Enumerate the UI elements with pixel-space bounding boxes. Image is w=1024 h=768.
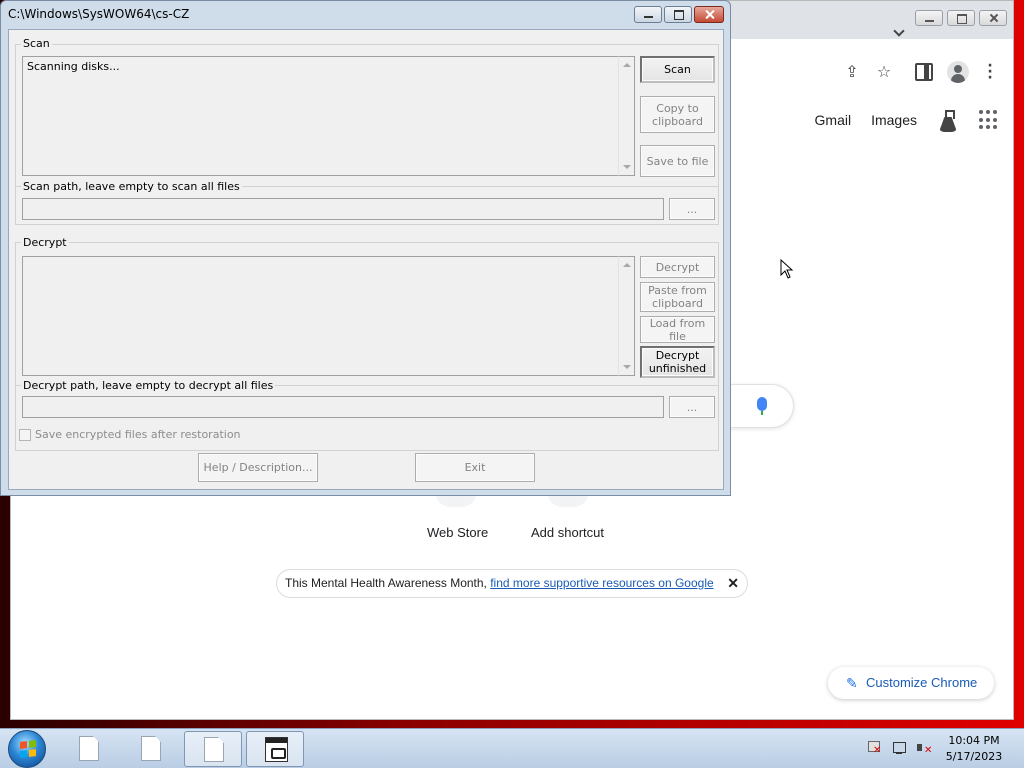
scan-output-scrollbar[interactable]	[618, 56, 635, 176]
decrypt-unfinished-button[interactable]: Decrypt unfinished	[640, 346, 715, 378]
notice-text: This Mental Health Awareness Month,	[285, 576, 491, 590]
dialog-maximize-button[interactable]	[664, 6, 692, 23]
paste-from-clipboard-button[interactable]: Paste from clipboard	[640, 282, 715, 312]
help-description-button[interactable]: Help / Description...	[198, 453, 318, 482]
dialog-client-area: Scan Scanning disks... Scan Copy to clip…	[8, 29, 724, 490]
menu-icon[interactable]: · · ·	[981, 59, 999, 85]
scan-output-text: Scanning disks...	[27, 60, 120, 73]
scan-path-label: Scan path, leave empty to scan all files	[21, 180, 242, 193]
customize-chrome-label: Customize Chrome	[866, 675, 978, 690]
images-link[interactable]: Images	[871, 112, 917, 128]
chrome-maximize-button[interactable]	[947, 10, 975, 26]
document-icon	[141, 736, 161, 761]
mic-icon[interactable]	[757, 397, 767, 415]
web-store-shortcut-label[interactable]: Web Store	[427, 525, 488, 540]
taskbar-item-decryptor[interactable]	[246, 731, 304, 767]
scroll-up-arrow-icon[interactable]	[623, 63, 631, 67]
save-encrypted-checkbox-label[interactable]: Save encrypted files after restoration	[35, 428, 241, 441]
document-icon	[204, 737, 224, 762]
chrome-window-controls	[915, 10, 1007, 26]
dialog-title: C:\Windows\SysWOW64\cs-CZ	[8, 7, 190, 21]
gmail-link[interactable]: Gmail	[815, 112, 852, 128]
start-button[interactable]	[8, 730, 46, 768]
labs-icon[interactable]	[937, 109, 959, 131]
scroll-up-arrow-icon[interactable]	[623, 263, 631, 267]
decrypt-path-input[interactable]	[22, 396, 664, 418]
scan-path-input[interactable]	[22, 198, 664, 220]
add-shortcut-label[interactable]: Add shortcut	[531, 525, 604, 540]
promo-notice: This Mental Health Awareness Month, find…	[276, 569, 748, 598]
taskbar: 10:04 PM 5/17/2023	[0, 728, 1024, 768]
star-icon[interactable]: ☆	[875, 63, 893, 81]
decrypt-output-textarea[interactable]	[22, 256, 619, 376]
decrypt-output-scrollbar[interactable]	[618, 256, 635, 376]
scroll-down-arrow-icon[interactable]	[623, 365, 631, 369]
load-from-file-button[interactable]: Load from file	[640, 316, 715, 343]
dialog-window-controls	[634, 6, 724, 23]
taskbar-item-document-1[interactable]	[60, 731, 118, 767]
action-center-flag-icon[interactable]	[866, 740, 882, 756]
scan-button[interactable]: Scan	[640, 56, 715, 83]
application-window-icon	[265, 737, 288, 762]
chrome-minimize-button[interactable]	[915, 10, 943, 26]
customize-chrome-button[interactable]: ✎ Customize Chrome	[828, 667, 994, 699]
copy-to-clipboard-button[interactable]: Copy to clipboard	[640, 96, 715, 133]
scan-output-textarea[interactable]: Scanning disks...	[22, 56, 619, 176]
dialog-close-button[interactable]	[694, 6, 724, 23]
notice-link[interactable]: find more supportive resources on Google	[490, 576, 713, 590]
decrypt-path-browse-button[interactable]: ...	[669, 396, 715, 418]
tab-search-dropdown-icon[interactable]	[893, 25, 905, 37]
system-clock[interactable]: 10:04 PM 5/17/2023	[940, 733, 1008, 765]
document-icon	[79, 736, 99, 761]
scan-path-browse-button[interactable]: ...	[669, 198, 715, 220]
apps-icon[interactable]	[979, 110, 999, 130]
google-header-links: Gmail Images	[815, 109, 999, 131]
decrypt-path-label: Decrypt path, leave empty to decrypt all…	[21, 379, 276, 392]
side-panel-icon[interactable]	[915, 63, 933, 81]
taskbar-item-document-2[interactable]	[122, 731, 180, 767]
decryptor-dialog[interactable]: C:\Windows\SysWOW64\cs-CZ Scan Scanning …	[0, 0, 731, 496]
scroll-down-arrow-icon[interactable]	[623, 165, 631, 169]
clock-date: 5/17/2023	[945, 750, 1003, 763]
save-encrypted-checkbox[interactable]	[19, 429, 31, 441]
share-icon[interactable]: ⇪	[843, 63, 861, 81]
network-icon[interactable]	[891, 740, 907, 756]
chrome-close-button[interactable]	[979, 10, 1007, 26]
save-to-file-button[interactable]: Save to file	[640, 145, 715, 177]
windows-logo-icon	[20, 740, 36, 758]
mouse-cursor-icon	[780, 259, 794, 279]
decrypt-button[interactable]: Decrypt	[640, 256, 715, 278]
decrypt-group-label: Decrypt	[21, 236, 69, 249]
volume-muted-icon[interactable]	[916, 740, 932, 756]
clock-time: 10:04 PM	[948, 734, 1000, 747]
exit-button[interactable]: Exit	[415, 453, 535, 482]
pencil-icon: ✎	[846, 675, 858, 691]
close-icon[interactable]: ✕	[727, 570, 739, 597]
scan-group-label: Scan	[21, 37, 52, 50]
profile-icon[interactable]	[947, 61, 969, 83]
taskbar-item-document-3[interactable]	[184, 731, 242, 767]
dialog-minimize-button[interactable]	[634, 6, 662, 23]
